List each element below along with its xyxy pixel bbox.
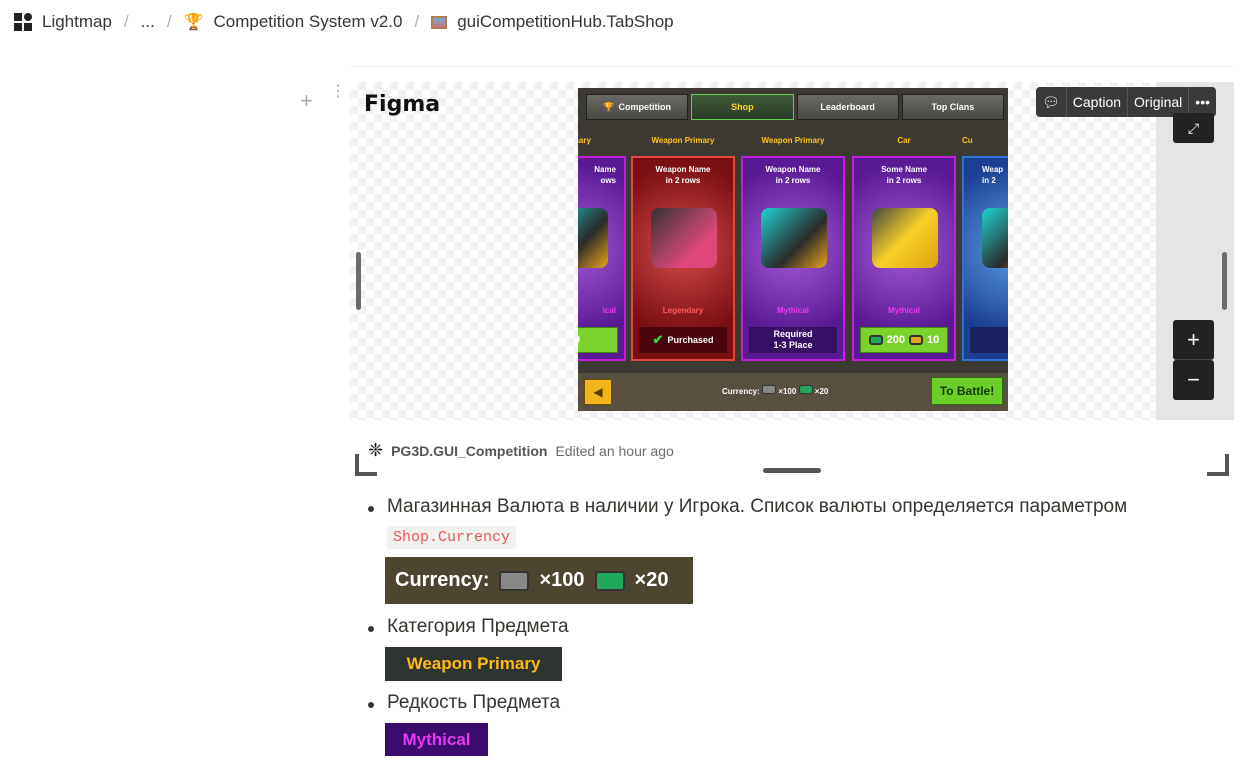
- to-battle-button: To Battle!: [931, 377, 1003, 405]
- game-shop-preview: 🏆 Competition Shop Leaderboard Top Clans …: [578, 88, 1008, 411]
- resize-corner-right[interactable]: [1207, 454, 1229, 476]
- resize-handle-bottom[interactable]: [763, 468, 821, 473]
- shop-card: Weapon Name in 2 rows Mythical Required 1-…: [741, 156, 845, 361]
- back-arrow-icon: ◀: [584, 379, 612, 405]
- rarity-image: Mythical: [385, 723, 488, 756]
- category-label: Car: [897, 136, 911, 145]
- fullscreen-icon[interactable]: ⤢: [1173, 113, 1214, 143]
- edited-time: Edited an hour ago: [555, 442, 674, 459]
- add-block-icon[interactable]: +: [300, 88, 313, 114]
- category-label: Weapon Primary: [761, 136, 825, 145]
- trophy-icon: 🏆: [603, 101, 615, 112]
- game-tab-shop: Shop: [691, 94, 794, 120]
- image-icon: [431, 15, 448, 29]
- shop-card: Name owsical10: [578, 156, 626, 361]
- shop-card: Weap in 2x2: [962, 156, 1008, 361]
- workspace-icon: [14, 13, 32, 31]
- breadcrumb: Lightmap / ... / 🏆 Competition System v2…: [14, 10, 674, 34]
- inline-code: Shop.Currency: [387, 526, 517, 549]
- divider: [350, 66, 1234, 67]
- breadcrumb-current[interactable]: guiCompetitionHub.TabShop: [457, 12, 673, 32]
- currency-image: Currency: ×100 ×20: [385, 557, 693, 604]
- shop-card: Some Name in 2 rows Mythical 200 10: [852, 156, 956, 361]
- game-tab-competition: 🏆 Competition: [586, 94, 689, 120]
- embed-label: Figma: [364, 92, 441, 117]
- category-label: Primary: [578, 136, 591, 145]
- resize-corner-left[interactable]: [355, 454, 377, 476]
- zoom-in-icon[interactable]: +: [1173, 320, 1214, 360]
- trophy-icon: 🏆: [183, 14, 204, 31]
- category-image: Weapon Primary: [385, 647, 562, 681]
- embed-file-info: ❈ PG3D.GUI_Competition Edited an hour ag…: [368, 440, 674, 461]
- breadcrumb-parent[interactable]: Competition System v2.0: [214, 12, 403, 32]
- comment-icon[interactable]: 💬︎: [1036, 87, 1067, 117]
- right-resize-handle[interactable]: [1222, 252, 1227, 310]
- game-tab-top-clans: Top Clans: [901, 94, 1004, 120]
- category-label: Cu: [962, 136, 973, 145]
- game-tab-leaderboard: Leaderboard: [796, 94, 899, 120]
- breadcrumb-workspace[interactable]: Lightmap: [42, 12, 112, 32]
- file-name[interactable]: PG3D.GUI_Competition: [391, 443, 547, 459]
- category-label: Weapon Primary: [651, 136, 715, 145]
- breadcrumb-ellipsis[interactable]: ...: [141, 12, 155, 32]
- zoom-out-icon[interactable]: −: [1173, 360, 1214, 400]
- caption-button[interactable]: Caption: [1067, 87, 1129, 117]
- check-icon: ✔: [652, 332, 664, 347]
- left-resize-handle[interactable]: [356, 252, 361, 310]
- shop-card: Weapon Name in 2 rows Legendary ✔ Purchased: [631, 156, 735, 361]
